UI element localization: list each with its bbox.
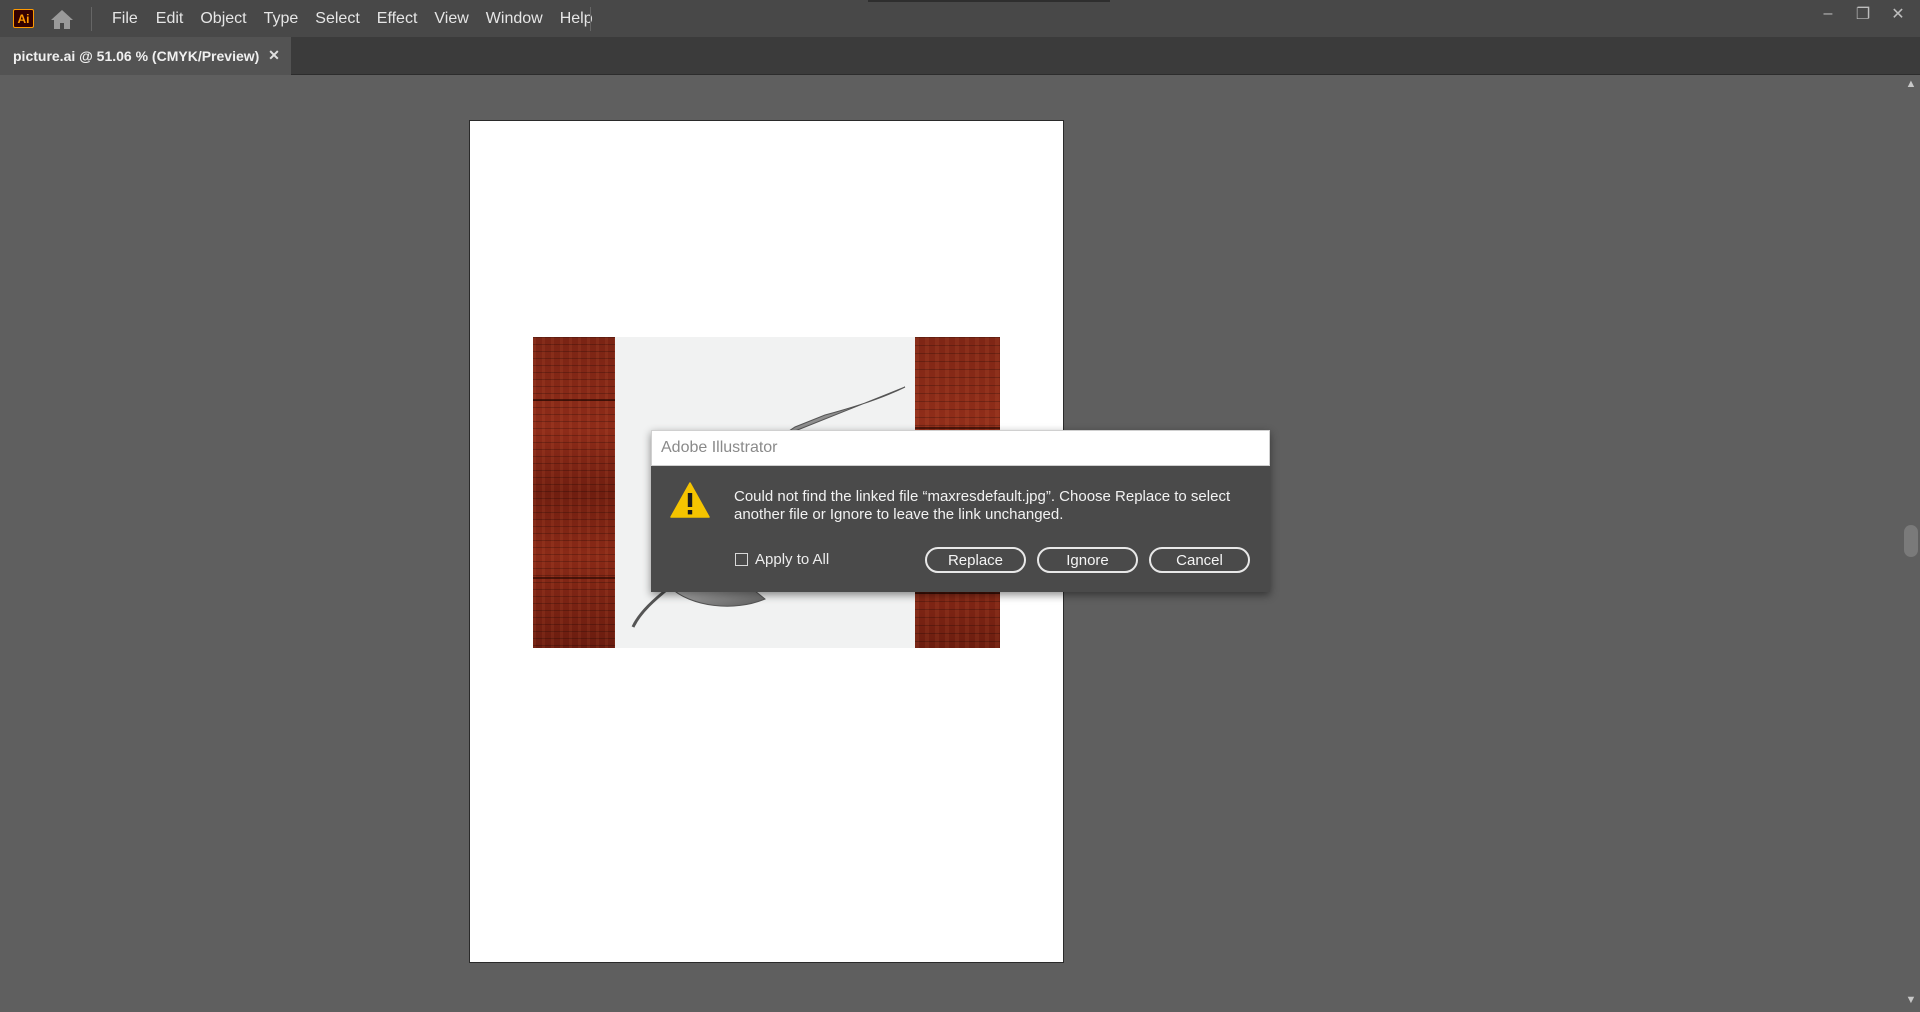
apply-to-all-label[interactable]: Apply to All: [755, 551, 829, 568]
missing-link-dialog: Adobe Illustrator Could not find the lin…: [651, 430, 1270, 592]
menu-object[interactable]: Object: [200, 10, 260, 28]
dialog-title: Adobe Illustrator: [661, 439, 778, 456]
plank-seam: [915, 427, 1000, 429]
warning-icon: [670, 482, 710, 518]
restore-icon[interactable]: ❐: [1847, 0, 1879, 27]
dialog-message: Could not find the linked file “maxresde…: [734, 488, 1231, 523]
menu-separator: [91, 7, 92, 31]
document-tab[interactable]: picture.ai @ 51.06 % (CMYK/Preview) ✕: [0, 37, 291, 75]
document-tab-title: picture.ai @ 51.06 % (CMYK/Preview): [13, 48, 260, 64]
scroll-down-arrow-icon[interactable]: ▼: [1905, 994, 1917, 1006]
menu-effect[interactable]: Effect: [377, 10, 432, 28]
menu-select[interactable]: Select: [315, 10, 373, 28]
minimize-icon[interactable]: –: [1812, 0, 1844, 27]
plank-seam: [915, 592, 1000, 594]
menu-bar: Ai File Edit Object Type Select Effect V…: [0, 0, 1920, 37]
menu-view[interactable]: View: [434, 10, 482, 28]
plank-seam: [533, 399, 615, 401]
home-icon[interactable]: [50, 8, 74, 30]
wood-texture-left: [533, 337, 615, 648]
tab-close-icon[interactable]: ✕: [265, 46, 283, 64]
menu-type[interactable]: Type: [264, 10, 313, 28]
replace-button[interactable]: Replace: [925, 547, 1026, 573]
close-icon[interactable]: ✕: [1882, 0, 1914, 27]
menu-separator: [590, 7, 591, 31]
menu-file[interactable]: File: [112, 10, 152, 28]
apply-to-all-checkbox[interactable]: [735, 553, 748, 566]
scroll-thumb[interactable]: [1904, 525, 1918, 557]
menu-window[interactable]: Window: [486, 10, 557, 28]
cancel-button[interactable]: Cancel: [1149, 547, 1250, 573]
title-notch: [868, 0, 1110, 2]
app-logo-icon[interactable]: Ai: [13, 9, 34, 28]
ignore-button[interactable]: Ignore: [1037, 547, 1138, 573]
dialog-titlebar[interactable]: Adobe Illustrator: [651, 430, 1270, 466]
menu-help[interactable]: Help: [560, 10, 607, 28]
scroll-up-arrow-icon[interactable]: ▲: [1905, 78, 1917, 90]
menu-items: File Edit Object Type Select Effect View…: [112, 0, 607, 37]
document-tab-bar: picture.ai @ 51.06 % (CMYK/Preview) ✕: [0, 37, 1920, 75]
menu-edit[interactable]: Edit: [156, 10, 198, 28]
plank-seam: [533, 577, 615, 579]
apply-to-all-option[interactable]: Apply to All: [735, 551, 829, 568]
